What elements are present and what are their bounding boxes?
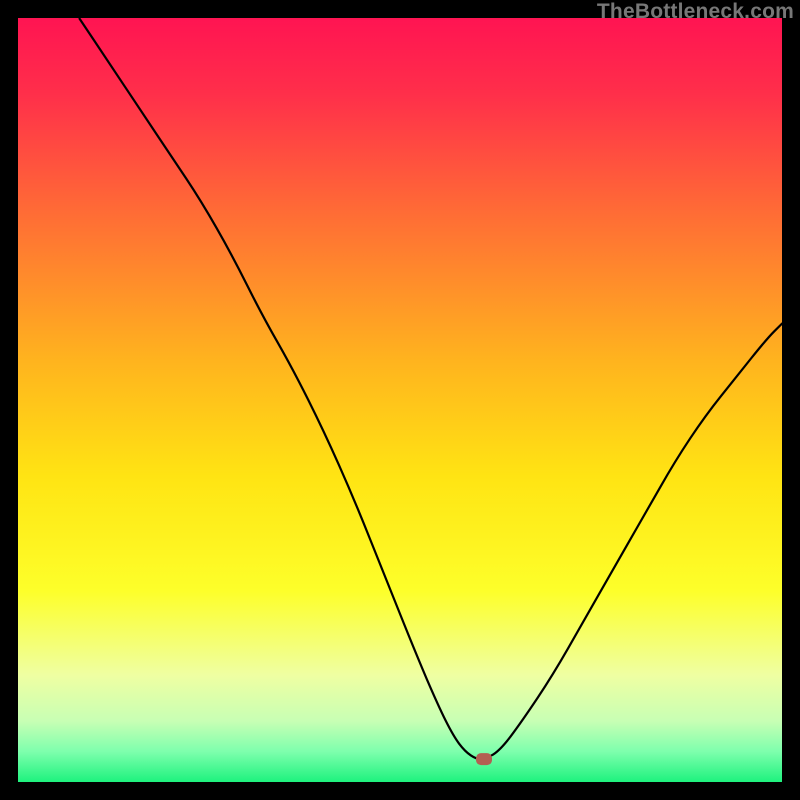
minimum-marker: [476, 753, 492, 765]
watermark-text: TheBottleneck.com: [597, 0, 794, 24]
chart-background: [18, 18, 782, 782]
chart-plot: [18, 18, 782, 782]
chart-frame: TheBottleneck.com: [0, 0, 800, 800]
